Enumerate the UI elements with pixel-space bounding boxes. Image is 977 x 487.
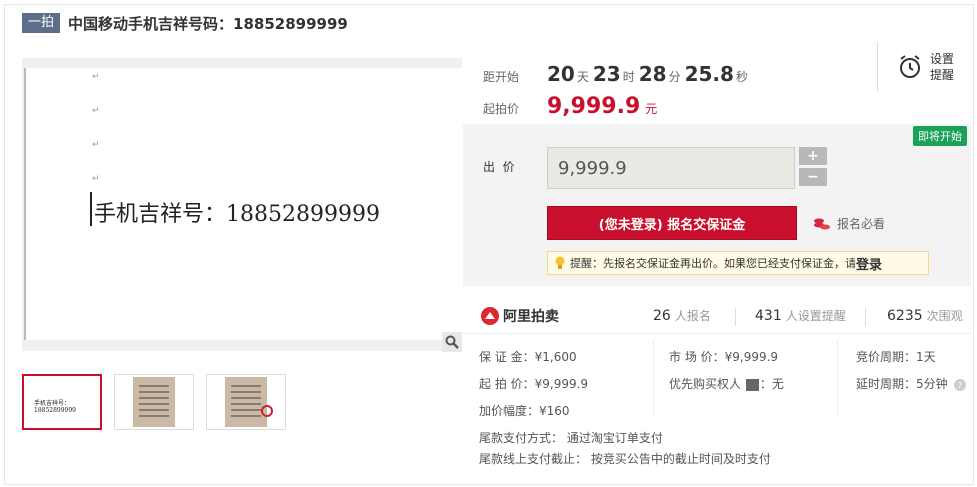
ali-auction-icon — [481, 306, 499, 325]
reminder-value: 431 — [755, 308, 782, 324]
help-icon[interactable]: ? — [954, 378, 967, 391]
divider — [653, 340, 654, 416]
stamp-icon — [261, 405, 273, 417]
title-bar: 一拍 中国移动手机吉祥号码：18852899999 — [22, 12, 348, 34]
set-reminder-label: 设置提醒 — [930, 52, 955, 82]
days-unit: 天 — [576, 70, 589, 84]
delay-cycle-info: 延时周期：5分钟 ? — [856, 375, 967, 392]
divider — [837, 340, 838, 416]
start-price-unit: 元 — [645, 102, 658, 116]
countdown-minutes: 28 — [638, 62, 667, 86]
set-reminder-button[interactable]: 设置提醒 — [877, 42, 958, 92]
countdown: 距开始 20 天 23 时 28 分 25.8 秒 — [483, 62, 752, 86]
document-photo — [225, 377, 273, 427]
preview-document: ↵ ↵ ↵ ↵ 手机吉祥号：18852899999 — [24, 68, 462, 340]
increment-info: 加价幅度：¥160 — [479, 404, 570, 418]
reminder-count: 431 人设置提醒 — [755, 307, 846, 324]
signup-label: 人报名 — [674, 309, 711, 323]
market-price-info: 市 场 价：¥9,999.9 — [669, 350, 779, 364]
bid-panel: 即将开始 出 价 9,999.9 + − (您未登录) 报名交保证金 报名必看 … — [463, 124, 971, 286]
stats-bar: 阿里拍卖 26 人报名 431 人设置提醒 6235 次围观 — [463, 298, 971, 334]
signup-value: 26 — [653, 308, 671, 324]
auction-round-tag: 一拍 — [22, 13, 61, 33]
login-tip: 提醒：先报名交保证金再出价。如果您已经支付保证金，请 登录 — [547, 251, 929, 275]
page-title: 中国移动手机吉祥号码：18852899999 — [68, 14, 348, 33]
increase-bid-button[interactable]: + — [799, 147, 827, 165]
brand-name: 阿里拍卖 — [503, 308, 559, 325]
alarm-clock-icon — [900, 55, 920, 78]
text-cursor — [90, 192, 92, 226]
paragraph-mark: ↵ — [92, 72, 100, 82]
divider — [735, 308, 736, 326]
view-count: 6235 次围观 — [887, 307, 963, 324]
coins-icon — [814, 218, 830, 229]
magnifier-icon — [445, 335, 459, 349]
register-deposit-button[interactable]: (您未登录) 报名交保证金 — [547, 206, 797, 240]
seconds-unit: 秒 — [735, 70, 748, 84]
tip-text: 提醒：先报名交保证金再出价。如果您已经支付保证金，请 — [570, 257, 856, 270]
deposit-info: 保 证 金：¥1,600 — [479, 350, 577, 364]
countdown-days: 20 — [547, 62, 575, 86]
document-photo — [133, 377, 175, 427]
delay-text: 延时周期：5分钟 — [856, 377, 948, 391]
thumbnail-2[interactable] — [114, 374, 194, 430]
view-value: 6235 — [887, 308, 923, 324]
login-link[interactable]: 登录 — [856, 254, 882, 273]
priority-badge-icon[interactable] — [745, 378, 759, 391]
start-price-value: 9,999.9 — [547, 94, 641, 119]
zoom-button[interactable] — [442, 332, 462, 352]
paragraph-mark: ↵ — [92, 140, 100, 150]
decrease-bid-button[interactable]: − — [799, 168, 827, 186]
view-label: 次围观 — [926, 309, 963, 323]
countdown-hours: 23 — [592, 62, 621, 86]
hours-unit: 时 — [622, 70, 635, 84]
thumbnail-strip: 手机吉祥号：18852899999 — [22, 374, 286, 430]
preview-doc-text: 手机吉祥号：18852899999 — [94, 202, 380, 227]
thumbnail-3[interactable] — [206, 374, 286, 430]
status-badge: 即将开始 — [913, 126, 967, 146]
thumbnail-text: 手机吉祥号：18852899999 — [34, 400, 76, 414]
lightbulb-icon — [555, 256, 565, 269]
start-price-label: 起拍价 — [483, 102, 520, 116]
start-price-info: 起 拍 价：¥9,999.9 — [479, 377, 589, 391]
priority-value: ：无 — [759, 377, 784, 391]
payment-deadline-info: 尾款线上支付截止： 按竞买公告中的截止时间及时支付 — [479, 452, 771, 466]
paragraph-mark: ↵ — [92, 174, 100, 184]
thumbnail-1[interactable]: 手机吉祥号：18852899999 — [22, 374, 102, 430]
payment-method-info: 尾款支付方式： 通过淘宝订单支付 — [479, 431, 663, 445]
countdown-label: 距开始 — [483, 70, 520, 84]
must-read-label: 报名必看 — [837, 217, 886, 231]
priority-buyer-info: 优先购买权人 ：无 — [669, 375, 784, 392]
reminder-label: 人设置提醒 — [785, 309, 846, 323]
brand-logo: 阿里拍卖 — [481, 306, 559, 326]
paragraph-mark: ↵ — [92, 106, 100, 116]
image-preview[interactable]: ↵ ↵ ↵ ↵ 手机吉祥号：18852899999 — [22, 58, 462, 351]
must-read-link[interactable]: 报名必看 — [813, 215, 885, 232]
bid-label: 出 价 — [483, 160, 515, 174]
start-price-row: 起拍价 9,999.9 元 — [483, 94, 657, 119]
bid-amount-input[interactable]: 9,999.9 — [547, 147, 795, 189]
svg-text:?: ? — [958, 381, 963, 391]
bidding-cycle-info: 竞价周期：1天 — [856, 350, 936, 364]
signup-count: 26 人报名 — [653, 307, 711, 324]
minutes-unit: 分 — [668, 70, 681, 84]
countdown-seconds: 25.8 — [684, 62, 734, 86]
priority-label: 优先购买权人 — [669, 377, 742, 391]
divider — [865, 308, 866, 326]
